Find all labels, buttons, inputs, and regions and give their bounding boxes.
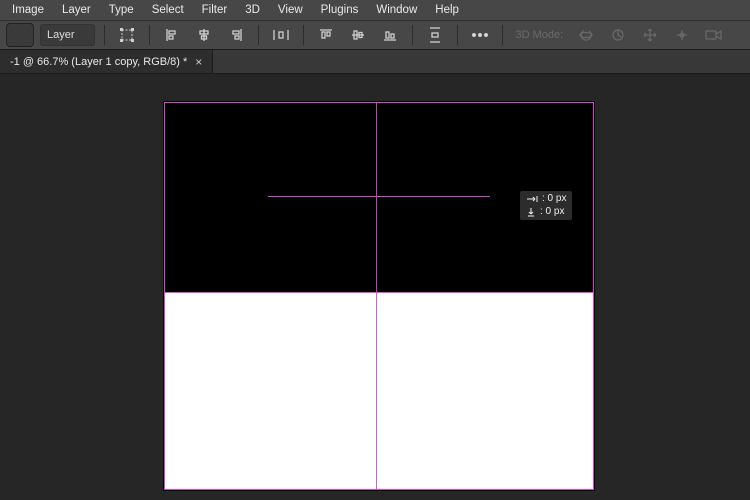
more-options-button[interactable] (467, 24, 493, 46)
menu-window[interactable]: Window (368, 2, 425, 18)
smart-guide-horizontal (164, 292, 594, 293)
close-icon[interactable]: × (195, 55, 202, 69)
align-left-button[interactable] (159, 24, 185, 46)
separator (303, 25, 304, 45)
auto-select-target-label: Layer (47, 29, 75, 41)
separator (502, 25, 503, 45)
transform-controls-toggle[interactable] (114, 24, 140, 46)
canvas[interactable]: : 0 px : 0 px (164, 102, 594, 490)
roll-icon (610, 27, 626, 43)
bounding-box-icon (119, 27, 135, 43)
transform-measurement-tooltip: : 0 px : 0 px (519, 190, 573, 221)
chevron-down-icon (80, 31, 88, 39)
pan3d-button[interactable] (637, 24, 663, 46)
distribute-h-icon (272, 27, 290, 43)
menu-3d[interactable]: 3D (237, 2, 268, 18)
measure-h-value: : 0 px (540, 206, 564, 219)
document-tab-bar: -1 @ 66.7% (Layer 1 copy, RGB/8) * × (0, 50, 750, 74)
separator (412, 25, 413, 45)
menu-type[interactable]: Type (101, 2, 142, 18)
workspace[interactable]: : 0 px : 0 px (0, 74, 750, 500)
separator (149, 25, 150, 45)
auto-select-toggle[interactable] (6, 23, 34, 47)
align-right-button[interactable] (223, 24, 249, 46)
align-vcenter-button[interactable] (345, 24, 371, 46)
distribute-v-button[interactable] (422, 24, 448, 46)
measure-w-value: : 0 px (542, 193, 566, 206)
align-right-icon (228, 27, 244, 43)
separator (104, 25, 105, 45)
align-top-button[interactable] (313, 24, 339, 46)
menu-image[interactable]: Image (4, 2, 52, 18)
document-tab[interactable]: -1 @ 66.7% (Layer 1 copy, RGB/8) * × (0, 50, 213, 73)
align-left-icon (164, 27, 180, 43)
auto-select-target[interactable]: Layer (40, 24, 95, 46)
ellipsis-icon (471, 31, 489, 39)
align-bottom-icon (382, 27, 398, 43)
align-bottom-button[interactable] (377, 24, 403, 46)
separator (258, 25, 259, 45)
orbit3d-button[interactable] (573, 24, 599, 46)
pan-icon (642, 27, 658, 43)
menu-select[interactable]: Select (144, 2, 192, 18)
slide3d-button[interactable] (669, 24, 695, 46)
separator (457, 25, 458, 45)
layers-stack-icon (12, 27, 28, 43)
mode3d-label: 3D Mode: (512, 29, 568, 41)
align-hcenter-icon (196, 27, 212, 43)
document-tab-title: -1 @ 66.7% (Layer 1 copy, RGB/8) * (10, 56, 187, 68)
distribute-v-icon (427, 26, 443, 44)
zoom3d-button[interactable] (701, 24, 727, 46)
smart-guide-center-h (268, 196, 490, 197)
camera-icon (705, 28, 723, 42)
roll3d-button[interactable] (605, 24, 631, 46)
height-arrow-icon (526, 207, 536, 217)
menu-view[interactable]: View (270, 2, 311, 18)
width-arrow-icon (526, 195, 538, 203)
menu-help[interactable]: Help (427, 2, 467, 18)
distribute-h-button[interactable] (268, 24, 294, 46)
orbit-icon (578, 27, 594, 43)
menu-layer[interactable]: Layer (54, 2, 99, 18)
options-bar: Layer 3D Mode: (0, 20, 750, 50)
align-top-icon (318, 27, 334, 43)
smart-guide-vertical (376, 102, 377, 490)
align-hcenter-button[interactable] (191, 24, 217, 46)
menu-plugins[interactable]: Plugins (313, 2, 367, 18)
align-vcenter-icon (350, 27, 366, 43)
slide-icon (674, 27, 690, 43)
menu-filter[interactable]: Filter (194, 2, 236, 18)
menu-bar: Image Layer Type Select Filter 3D View P… (0, 0, 750, 20)
